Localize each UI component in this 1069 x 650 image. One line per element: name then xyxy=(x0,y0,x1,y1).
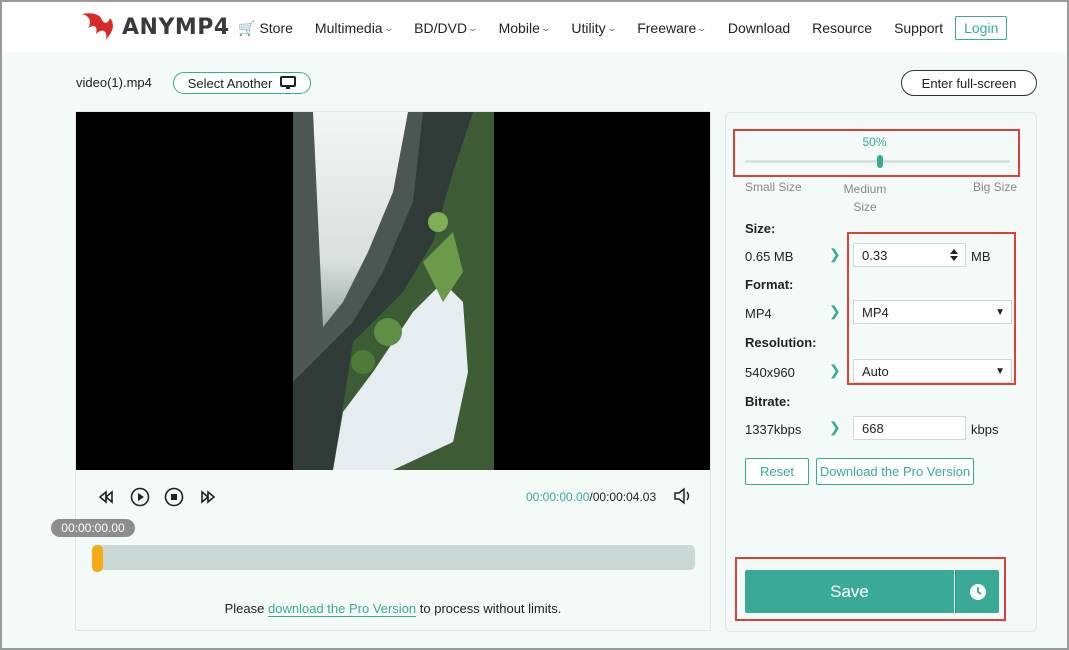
chevron-right-icon: ❯ xyxy=(829,303,841,319)
size-unit: MB xyxy=(971,249,991,264)
site-header: ANYMP4 🛒 Store Multimedia ⌄ BD/DVD ⌄ Mob… xyxy=(2,2,1067,52)
nav-label: Freeware xyxy=(637,20,697,36)
small-size-label: Small Size xyxy=(745,180,802,194)
nav-label: Support xyxy=(894,20,944,36)
nav-download[interactable]: Download xyxy=(728,20,790,36)
pro-note: Please download the Pro Version to proce… xyxy=(76,601,710,617)
size-label: Size: xyxy=(745,221,776,236)
stop-icon[interactable] xyxy=(164,487,184,507)
pro-note-prefix: Please xyxy=(224,601,268,616)
nav-support[interactable]: Support xyxy=(894,20,943,36)
nav-mobile[interactable]: Mobile ⌄ xyxy=(498,20,551,36)
schedule-clock-icon[interactable] xyxy=(955,570,999,613)
bitrate-value: 668 xyxy=(862,420,884,436)
medium-size-label: Medium Size xyxy=(843,182,887,214)
pro-note-suffix: to process without limits. xyxy=(416,601,562,616)
save-button[interactable]: Save xyxy=(745,570,954,613)
nav-label: Resource xyxy=(812,20,873,36)
video-frame xyxy=(293,112,494,470)
nav-label: Mobile xyxy=(498,20,540,36)
format-select[interactable]: MP4 ▼ xyxy=(853,300,1012,324)
rewind-icon[interactable] xyxy=(96,487,116,507)
chevron-down-icon: ⌄ xyxy=(606,22,617,33)
logo-flame-icon xyxy=(82,13,113,40)
nav-label: Download xyxy=(727,20,791,36)
bitrate-input[interactable]: 668 xyxy=(853,416,966,440)
bitrate-original: 1337kbps xyxy=(745,422,802,437)
chevron-down-icon: ⌄ xyxy=(383,22,394,33)
resolution-select[interactable]: Auto ▼ xyxy=(853,359,1012,383)
total-time: /00:00:04.03 xyxy=(589,490,657,504)
nav-freeware[interactable]: Freeware ⌄ xyxy=(637,20,708,36)
monitor-icon xyxy=(280,76,297,89)
time-readout: 00:00:00.00/00:00:04.03 xyxy=(526,490,656,504)
nav-resource[interactable]: Resource xyxy=(812,20,872,36)
waterfall-image xyxy=(293,112,494,470)
time-bubble: 00:00:00.00 xyxy=(51,519,135,537)
resolution-label: Resolution: xyxy=(745,335,817,350)
nav-multimedia[interactable]: Multimedia ⌄ xyxy=(314,20,394,36)
chevron-down-icon: ⌄ xyxy=(696,22,708,33)
volume-icon[interactable] xyxy=(673,487,693,510)
caret-down-icon: ▼ xyxy=(995,306,1005,318)
chevron-right-icon: ❯ xyxy=(829,246,841,262)
reset-button[interactable]: Reset xyxy=(745,458,809,485)
nav-store[interactable]: 🛒 Store xyxy=(238,20,293,37)
compress-percent: 50% xyxy=(862,135,887,149)
fast-forward-icon[interactable] xyxy=(198,487,218,507)
nav-label: Store xyxy=(259,20,293,36)
nav-label: Utility xyxy=(571,20,606,36)
play-icon[interactable] xyxy=(130,487,150,507)
pro-version-link[interactable]: download the Pro Version xyxy=(268,601,417,617)
bitrate-label: Bitrate: xyxy=(745,394,791,409)
resolution-original: 540x960 xyxy=(745,365,795,380)
chevron-down-icon: ⌄ xyxy=(467,22,479,33)
nav-utility[interactable]: Utility ⌄ xyxy=(571,20,617,36)
file-name: video(1).mp4 xyxy=(76,75,152,90)
chevron-right-icon: ❯ xyxy=(829,419,841,435)
caret-down-icon: ▼ xyxy=(995,365,1005,377)
login-button[interactable]: Login xyxy=(955,16,1008,40)
select-another-label: Select Another xyxy=(187,75,273,91)
timeline-handle[interactable] xyxy=(92,545,103,572)
chevron-right-icon: ❯ xyxy=(829,362,841,378)
chevron-down-icon: ⌄ xyxy=(540,22,551,33)
nav-label: Multimedia xyxy=(314,20,383,36)
logo[interactable]: ANYMP4 xyxy=(78,10,230,44)
size-value: 0.33 xyxy=(862,247,888,263)
big-size-label: Big Size xyxy=(973,180,1018,194)
cart-icon: 🛒 xyxy=(238,19,256,36)
logo-text: ANYMP4 xyxy=(122,14,230,40)
download-pro-button[interactable]: Download the Pro Version xyxy=(816,458,974,485)
video-preview[interactable] xyxy=(76,112,710,470)
nav-bd-dvd[interactable]: BD/DVD ⌄ xyxy=(414,20,479,36)
nav-label: BD/DVD xyxy=(414,20,468,36)
current-time: 00:00:00.00 xyxy=(526,490,590,504)
timeline-track[interactable] xyxy=(92,545,695,570)
fullscreen-button[interactable]: Enter full-screen xyxy=(901,70,1037,96)
size-original: 0.65 MB xyxy=(745,249,794,264)
playback-controls xyxy=(96,487,218,507)
stepper-icon[interactable] xyxy=(949,248,959,262)
format-original: MP4 xyxy=(745,306,772,321)
resolution-value: Auto xyxy=(862,363,889,379)
size-input[interactable]: 0.33 xyxy=(853,243,966,267)
format-value: MP4 xyxy=(862,304,889,320)
select-another-button[interactable]: Select Another xyxy=(173,72,311,94)
compress-slider-thumb[interactable] xyxy=(876,155,883,168)
main-nav: 🛒 Store Multimedia ⌄ BD/DVD ⌄ Mobile ⌄ U… xyxy=(238,16,1008,40)
format-label: Format: xyxy=(745,277,794,292)
bitrate-unit: kbps xyxy=(971,422,999,437)
